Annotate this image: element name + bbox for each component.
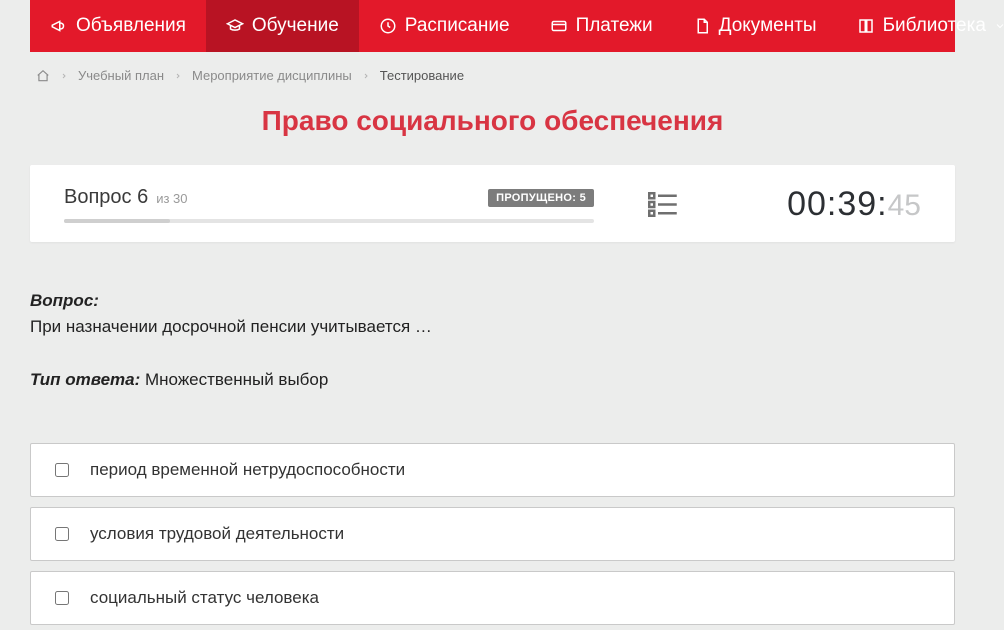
chevron-right-icon: [362, 72, 370, 80]
nav-label: Платежи: [576, 15, 653, 37]
nav-library[interactable]: Библиотека: [837, 0, 1004, 52]
chevron-down-icon: [994, 20, 1004, 32]
nav-label: Объявления: [76, 15, 186, 37]
answer-option[interactable]: условия трудовой деятельности: [30, 507, 955, 561]
answer-checkbox[interactable]: [55, 463, 69, 477]
timer-main: 00:39:: [787, 185, 888, 223]
top-nav: Объявления Обучение Расписание Платежи: [30, 0, 955, 52]
home-icon[interactable]: [36, 69, 50, 83]
answer-text: социальный статус человека: [90, 588, 319, 608]
answer-text: период временной нетрудоспособности: [90, 460, 405, 480]
card-icon: [550, 17, 568, 35]
breadcrumb-item-current: Тестирование: [380, 68, 464, 83]
answer-checkbox[interactable]: [55, 527, 69, 541]
progress-fill: [64, 219, 170, 223]
breadcrumb: Учебный план Мероприятие дисциплины Тест…: [30, 52, 955, 95]
question-total: из 30: [156, 191, 187, 206]
nav-label: Расписание: [405, 15, 510, 37]
question-heading-label: Вопрос:: [30, 291, 99, 310]
timer: 00:39:45: [732, 185, 921, 224]
clock-icon: [379, 17, 397, 35]
timer-seconds: 45: [888, 189, 921, 222]
nav-label: Библиотека: [883, 15, 986, 37]
nav-learning[interactable]: Обучение: [206, 0, 359, 52]
answer-text: условия трудовой деятельности: [90, 524, 344, 544]
question-number: Вопрос 6: [64, 186, 148, 209]
grad-cap-icon: [226, 17, 244, 35]
answer-option[interactable]: период временной нетрудоспособности: [30, 443, 955, 497]
nav-documents[interactable]: Документы: [673, 0, 837, 52]
nav-payments[interactable]: Платежи: [530, 0, 673, 52]
book-icon: [857, 17, 875, 35]
chevron-right-icon: [60, 72, 68, 80]
question-body: Вопрос: При назначении досрочной пенсии …: [30, 288, 955, 393]
chevron-right-icon: [174, 72, 182, 80]
question-text: При назначении досрочной пенсии учитывае…: [30, 314, 955, 340]
nav-announcements[interactable]: Объявления: [30, 0, 206, 52]
answer-option[interactable]: социальный статус человека: [30, 571, 955, 625]
progress-bar: [64, 219, 594, 223]
megaphone-icon: [50, 17, 68, 35]
answer-checkbox[interactable]: [55, 591, 69, 605]
question-list-icon[interactable]: [648, 192, 678, 218]
answers-list: период временной нетрудоспособности усло…: [30, 443, 955, 625]
status-card: Вопрос 6 из 30 ПРОПУЩЕНО: 5: [30, 165, 955, 242]
nav-schedule[interactable]: Расписание: [359, 0, 530, 52]
page-title: Право социального обеспечения: [30, 105, 955, 137]
answer-type-label: Тип ответа:: [30, 370, 140, 389]
answer-type-value: Множественный выбор: [145, 370, 328, 389]
nav-label: Документы: [719, 15, 817, 37]
file-icon: [693, 17, 711, 35]
breadcrumb-item[interactable]: Мероприятие дисциплины: [192, 68, 352, 83]
skipped-badge: ПРОПУЩЕНО: 5: [488, 189, 594, 207]
nav-label: Обучение: [252, 15, 339, 37]
breadcrumb-item[interactable]: Учебный план: [78, 68, 164, 83]
